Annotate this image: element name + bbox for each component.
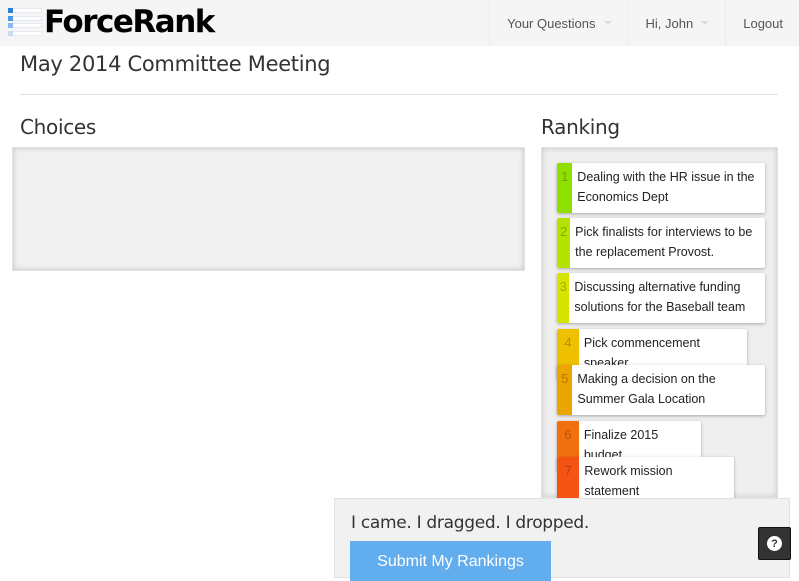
nav-label: Hi, John	[645, 15, 694, 31]
nav-user-menu[interactable]: Hi, John	[627, 0, 726, 46]
ranking-item[interactable]: 3 Discussing alternative funding solution…	[557, 273, 765, 323]
ranking-item[interactable]: 5 Making a decision on the Summer Gala Lo…	[557, 365, 765, 415]
submit-panel: I came. I dragged. I dropped. Submit My …	[334, 498, 790, 581]
page-title: May 2014 Committee Meeting	[20, 52, 331, 76]
logo[interactable]: ForceRank	[8, 4, 215, 40]
rank-badge: 2	[557, 218, 571, 268]
ranking-item-label: Discussing alternative funding solutions…	[574, 280, 746, 314]
ranking-item-label: Dealing with the HR issue in the Economi…	[577, 170, 755, 204]
ranking-item[interactable]: 2 Pick finalists for interviews to be the…	[557, 218, 765, 268]
ranking-item[interactable]: 1 Dealing with the HR issue in the Econom…	[557, 163, 765, 213]
ranking-item-label: Pick finalists for interviews to be the …	[575, 225, 753, 259]
nav-label: Logout	[743, 15, 783, 31]
nav-logout[interactable]: Logout	[725, 0, 799, 46]
rank-badge: 3	[557, 273, 570, 323]
caret-down-icon	[701, 21, 710, 25]
choices-dropzone[interactable]	[12, 147, 525, 271]
rank-badge: 5	[557, 365, 573, 415]
brand-name: ForceRank	[44, 4, 215, 40]
ranking-heading: Ranking	[541, 115, 620, 139]
rank-badge: 1	[557, 163, 573, 213]
caret-down-icon	[603, 21, 612, 25]
tagline: I came. I dragged. I dropped.	[351, 513, 590, 533]
nav-your-questions[interactable]: Your Questions	[489, 0, 627, 46]
submit-rankings-button[interactable]: Submit My Rankings	[350, 541, 551, 581]
logo-list-icon	[8, 8, 42, 36]
ranking-item-label: Making a decision on the Summer Gala Loc…	[577, 372, 716, 406]
question-icon: ?	[767, 536, 782, 551]
help-button[interactable]: ?	[758, 527, 791, 560]
nav-label: Your Questions	[507, 15, 596, 31]
choices-heading: Choices	[20, 115, 97, 139]
ranking-list[interactable]: 1 Dealing with the HR issue in the Econom…	[541, 147, 778, 507]
divider	[20, 94, 778, 95]
navbar: ForceRank Your Questions Hi, John Logout	[0, 0, 799, 46]
